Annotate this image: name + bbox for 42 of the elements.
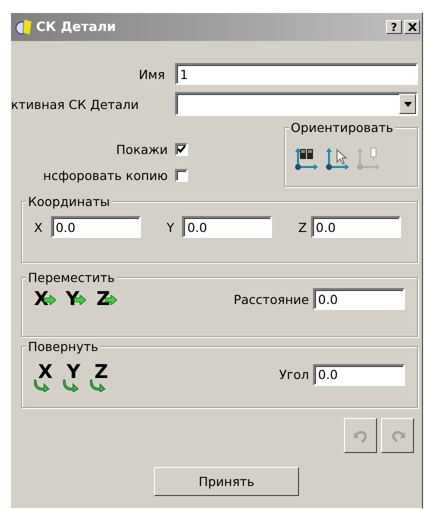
help-button[interactable]: ? [386,20,402,34]
axis-button[interactable]: Z [90,361,108,392]
axis-button[interactable]: X [34,288,56,310]
checkbox-label: Покажи [116,142,168,156]
orient-button[interactable] [292,147,319,171]
name-field[interactable]: 1 [175,63,418,85]
group-title: Переместить [26,270,117,285]
field-label: ктивная СК Детали [11,96,140,112]
axis-button[interactable]: Y [66,288,86,310]
axis-button[interactable]: X [34,361,53,392]
group-title: Повернуть [26,339,100,354]
dropdown-arrow-icon [404,102,412,106]
coordinate-field[interactable]: 0.0 [50,216,141,238]
field-label: Имя [138,66,165,82]
checkbox[interactable] [174,142,188,156]
curved-arrow-icon [90,378,106,392]
accept-button[interactable]: Принять [154,467,299,496]
field-label: Расстояние [234,292,309,306]
coordinate-field[interactable]: 0.0 [182,216,272,238]
curved-arrow-icon [62,378,79,392]
orient-button[interactable] [324,147,350,171]
group-title: Ориентировать [288,120,396,135]
curved-arrow-icon [34,378,50,392]
close-button[interactable] [404,20,420,34]
axis-button[interactable]: Z [96,288,118,310]
axis-label: Z [298,220,307,234]
close-icon [408,23,416,31]
checkbox[interactable] [174,168,188,182]
axis-button[interactable]: Y [62,361,80,392]
window-title: СК Детали [36,20,118,34]
app-icon [14,18,34,36]
coordinate-field[interactable]: 0.0 [310,216,401,238]
redo-icon [390,428,404,442]
checkbox-label: нсфоровать копию [43,168,168,182]
axis-label: Y [166,220,174,234]
distance-field[interactable]: 0.0 [313,288,405,310]
axis-label: X [34,220,43,234]
angle-field[interactable]: 0.0 [313,364,405,386]
field-label: Угол [279,367,309,382]
dropdown-field[interactable] [175,92,418,116]
group-title: Координаты [26,194,112,209]
undo-icon [354,428,368,442]
